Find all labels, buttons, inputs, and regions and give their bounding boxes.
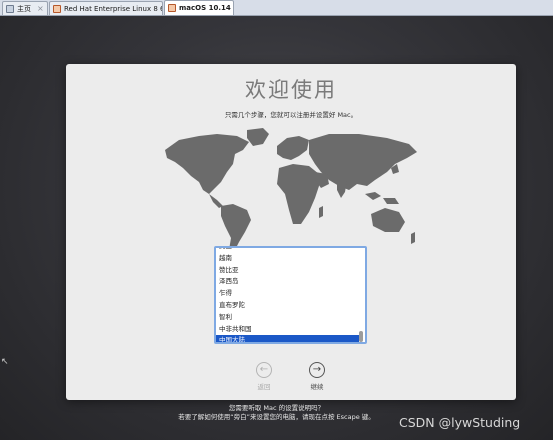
host-tab-bar: 主页 × Red Hat Enterprise Linux 8 64... × … — [0, 0, 553, 16]
country-list-item[interactable]: 直布罗陀 — [216, 300, 359, 312]
setup-assistant-panel: 欢迎使用 只需几个步骤，您就可以注册并设置好 Mac。 约旦 越南 赞比亚 泽西… — [66, 64, 516, 400]
country-list-item[interactable]: 乍得 — [216, 288, 359, 300]
mouse-cursor-icon: ↖ — [1, 357, 9, 367]
country-list-item[interactable]: 中非共和国 — [216, 324, 359, 336]
close-icon[interactable]: × — [37, 4, 44, 13]
vm-icon — [168, 4, 176, 12]
arrow-right-icon: → — [309, 362, 325, 378]
page-subtitle: 只需几个步骤，您就可以注册并设置好 Mac。 — [224, 111, 358, 119]
country-list-item[interactable]: 越南 — [216, 253, 359, 265]
tab-macos[interactable]: macOS 10.14 × — [164, 0, 234, 15]
vm-display: 欢迎使用 只需几个步骤，您就可以注册并设置好 Mac。 约旦 越南 赞比亚 泽西… — [0, 16, 553, 440]
tab-rhel[interactable]: Red Hat Enterprise Linux 8 64... × — [49, 1, 163, 15]
country-list[interactable]: 约旦 越南 赞比亚 泽西岛 乍得 直布罗陀 智利 中非共和国 中国大陆 — [214, 246, 367, 344]
scroll-thumb[interactable] — [359, 331, 363, 342]
tab-home[interactable]: 主页 × — [2, 1, 48, 15]
country-list-item[interactable]: 赞比亚 — [216, 265, 359, 277]
back-button[interactable]: ← 返回 — [244, 362, 284, 391]
country-list-item[interactable]: 中国大陆 — [216, 335, 359, 342]
country-list-item[interactable]: 智利 — [216, 312, 359, 324]
home-icon — [6, 4, 14, 13]
continue-button[interactable]: → 继续 — [297, 362, 337, 391]
tab-label: 主页 — [17, 4, 31, 13]
watermark: CSDN @lywStuding — [399, 415, 521, 430]
arrow-left-icon: ← — [256, 362, 272, 378]
back-label: 返回 — [257, 383, 271, 391]
world-map-illustration — [165, 128, 417, 254]
list-scrollbar[interactable] — [358, 250, 363, 342]
tab-label: macOS 10.14 — [179, 4, 231, 12]
country-list-item[interactable]: 约旦 — [216, 248, 359, 253]
page-title: 欢迎使用 — [245, 78, 337, 102]
continue-label: 继续 — [310, 383, 324, 391]
country-list-item[interactable]: 泽西岛 — [216, 276, 359, 288]
vm-icon — [53, 4, 61, 13]
tab-label: Red Hat Enterprise Linux 8 64... — [64, 4, 162, 13]
